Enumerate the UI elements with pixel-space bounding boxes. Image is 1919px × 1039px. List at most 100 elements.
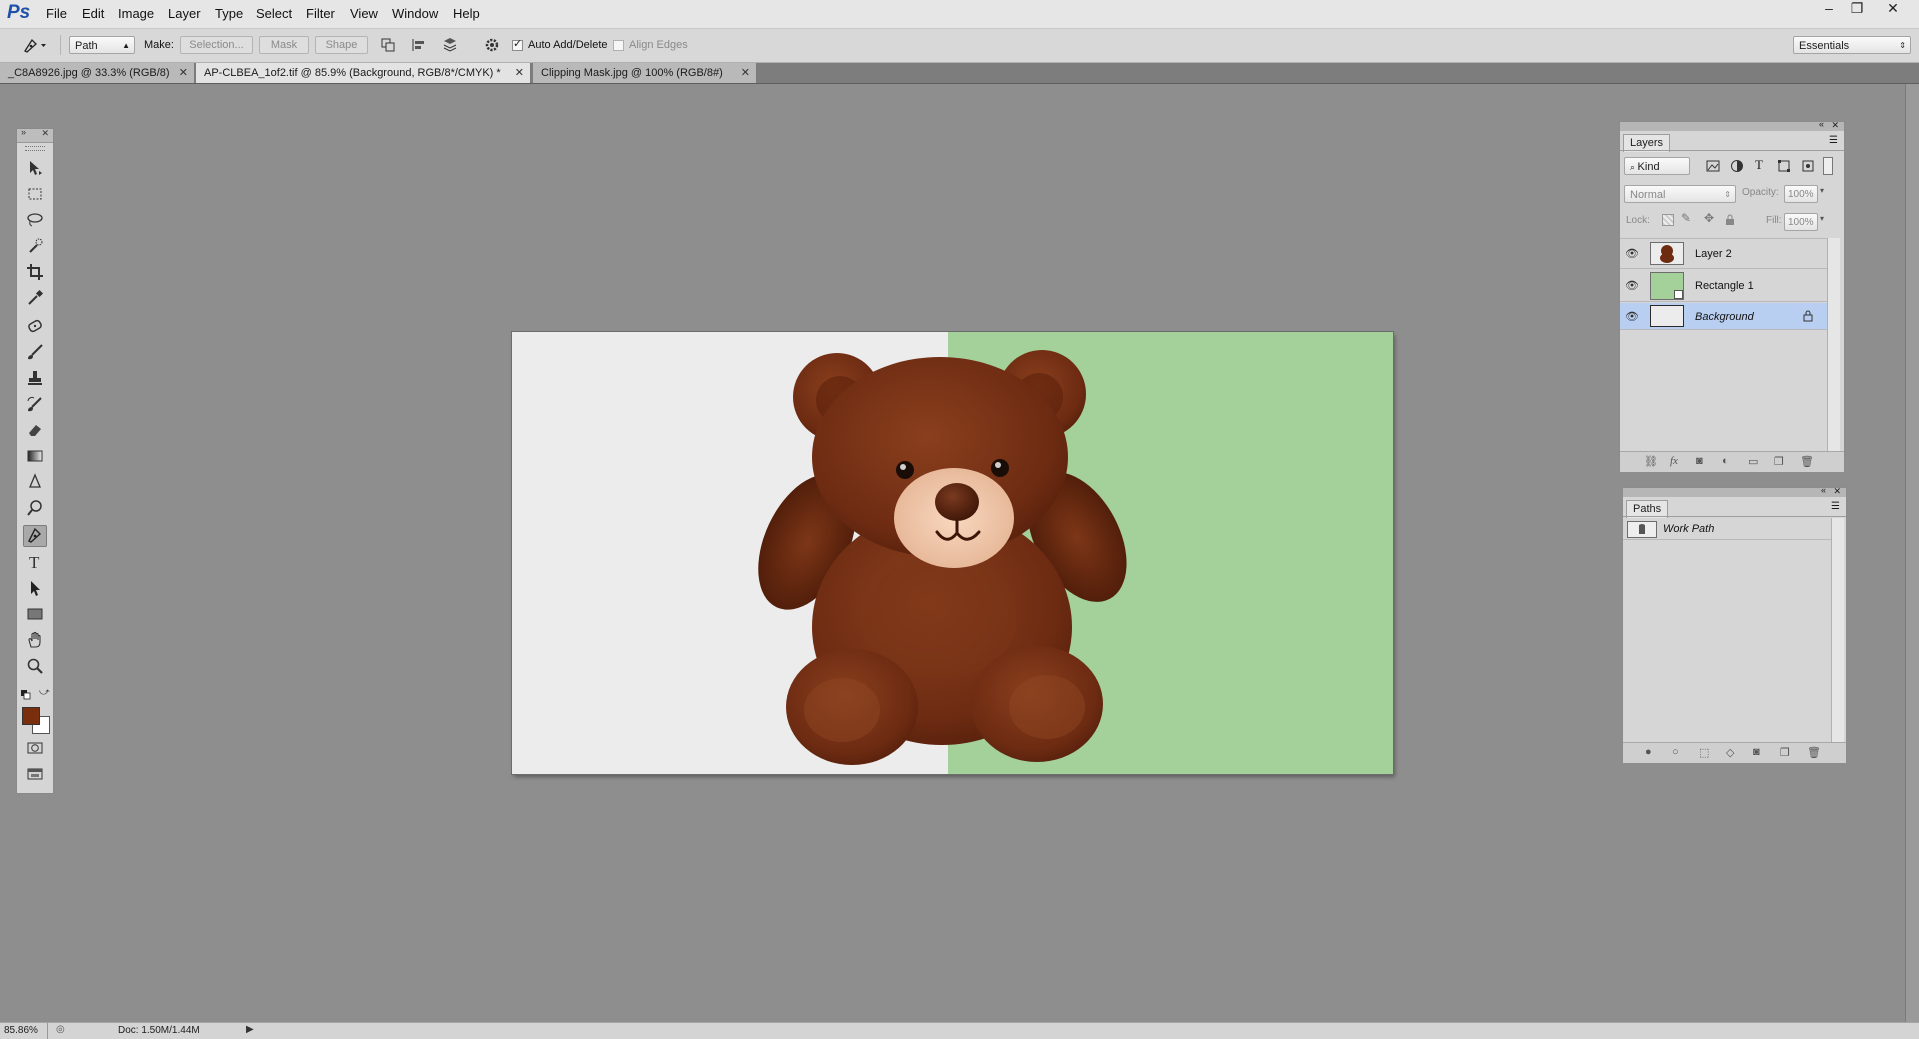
layer-row-background[interactable]: 👁 Background	[1620, 303, 1827, 330]
close-icon[interactable]: ✕	[1831, 120, 1839, 131]
lock-icon[interactable]	[1803, 310, 1813, 325]
tool-mode-select[interactable]: Path ▲	[69, 36, 135, 54]
swap-colors-icon[interactable]: ⤻	[39, 687, 50, 698]
tools-panel-header[interactable]: » ✕	[17, 127, 53, 143]
type-tool-icon[interactable]: T	[23, 553, 47, 575]
fill-path-icon[interactable]: ●	[1645, 746, 1652, 758]
filter-smart-object-icon[interactable]	[1801, 159, 1815, 176]
add-mask-icon[interactable]: ◙	[1696, 455, 1703, 467]
menu-type[interactable]: Type	[215, 6, 243, 21]
layer-row-layer-2[interactable]: 👁 Layer 2	[1620, 238, 1827, 269]
panel-menu-icon[interactable]: ☰	[1829, 135, 1838, 146]
path-operations-icon[interactable]	[380, 37, 396, 56]
stroke-path-icon[interactable]: ○	[1672, 746, 1679, 758]
close-icon[interactable]: ✕	[515, 63, 524, 83]
make-work-path-icon[interactable]: ◇	[1726, 746, 1734, 759]
filter-adjustment-icon[interactable]	[1730, 159, 1744, 176]
fill-field[interactable]: 100%	[1784, 213, 1818, 231]
clone-stamp-tool-icon[interactable]	[23, 369, 47, 391]
pen-tool-preset-icon[interactable]	[22, 36, 48, 57]
eraser-tool-icon[interactable]	[23, 421, 47, 443]
menu-image[interactable]: Image	[118, 6, 154, 21]
trash-icon[interactable]: 🗑	[1807, 746, 1821, 759]
status-menu-arrow-icon[interactable]: ▶	[246, 1024, 254, 1035]
auto-add-delete-checkbox[interactable]: ✓	[512, 38, 523, 51]
menu-file[interactable]: File	[46, 6, 67, 21]
marquee-tool-icon[interactable]	[23, 185, 47, 207]
spot-healing-tool-icon[interactable]	[23, 317, 47, 339]
move-tool-icon[interactable]	[23, 159, 47, 181]
load-selection-icon[interactable]: ⬚	[1699, 746, 1709, 759]
doc-tab-3[interactable]: Clipping Mask.jpg @ 100% (RGB/8#) ✕	[533, 63, 757, 83]
blur-tool-icon[interactable]	[23, 473, 47, 495]
menu-select[interactable]: Select	[256, 6, 292, 21]
trash-icon[interactable]: 🗑	[1800, 455, 1814, 468]
blend-mode-select[interactable]: Normal ⇕	[1624, 185, 1736, 203]
pen-tool-icon[interactable]	[23, 525, 47, 547]
layers-panel-header[interactable]: « ✕	[1620, 119, 1844, 131]
quick-selection-tool-icon[interactable]	[23, 237, 47, 259]
gradient-tool-icon[interactable]	[23, 447, 47, 469]
eye-icon[interactable]: 👁	[1625, 279, 1639, 292]
path-row-work-path[interactable]: Work Path	[1623, 518, 1831, 540]
opacity-field[interactable]: 100%	[1784, 185, 1818, 203]
collapse-icon[interactable]: »	[21, 127, 26, 137]
path-arrangement-icon[interactable]	[441, 37, 459, 56]
close-window-button[interactable]: ✕	[1878, 0, 1908, 16]
eyedropper-tool-icon[interactable]	[23, 289, 47, 311]
close-icon[interactable]: ✕	[179, 63, 188, 83]
screen-mode-icon[interactable]	[23, 765, 47, 787]
eye-icon[interactable]: 👁	[1625, 310, 1639, 323]
filter-toggle-icon[interactable]	[1823, 157, 1833, 175]
lasso-tool-icon[interactable]	[23, 211, 47, 233]
lock-transparency-icon[interactable]	[1662, 214, 1674, 226]
menu-window[interactable]: Window	[392, 6, 438, 21]
collapse-icon[interactable]: «	[1819, 119, 1824, 129]
restore-button[interactable]: ❐	[1842, 0, 1872, 16]
gear-icon[interactable]	[484, 37, 502, 56]
zoom-tool-icon[interactable]	[23, 657, 47, 679]
foreground-color-swatch[interactable]	[22, 707, 40, 725]
default-colors-icon[interactable]	[21, 689, 31, 703]
status-info-icon[interactable]: ◎	[56, 1024, 65, 1035]
history-brush-tool-icon[interactable]	[23, 395, 47, 417]
document-canvas[interactable]	[512, 332, 1393, 774]
new-layer-icon[interactable]: ❐	[1774, 455, 1784, 468]
dodge-tool-icon[interactable]	[23, 499, 47, 521]
quick-mask-icon[interactable]	[23, 739, 47, 761]
workspace-select[interactable]: Essentials ⇕	[1793, 36, 1911, 54]
workspace-scrollbar[interactable]	[1905, 84, 1919, 1022]
menu-help[interactable]: Help	[453, 6, 480, 21]
doc-tab-1[interactable]: _C8A8926.jpg @ 33.3% (RGB/8) ✕	[0, 63, 195, 83]
menu-edit[interactable]: Edit	[82, 6, 104, 21]
minimize-button[interactable]: –	[1814, 0, 1844, 16]
zoom-level[interactable]: 85.86%	[4, 1025, 38, 1036]
layer-row-rectangle-1[interactable]: 👁 Rectangle 1	[1620, 270, 1827, 302]
lock-paint-icon[interactable]: ✎	[1681, 211, 1691, 225]
paths-scrollbar[interactable]	[1831, 518, 1844, 743]
chevron-down-icon[interactable]: ▾	[1820, 186, 1824, 195]
close-icon[interactable]: ✕	[1833, 486, 1841, 497]
panel-menu-icon[interactable]: ☰	[1831, 501, 1840, 512]
lock-position-icon[interactable]: ✥	[1704, 211, 1714, 225]
close-icon[interactable]: ✕	[41, 128, 49, 139]
chevron-down-icon[interactable]: ▾	[1820, 214, 1824, 223]
eye-icon[interactable]: 👁	[1625, 247, 1639, 260]
brush-tool-icon[interactable]	[23, 343, 47, 365]
layer-style-icon[interactable]: fx	[1670, 455, 1678, 467]
layers-scrollbar[interactable]	[1827, 238, 1840, 451]
filter-type-icon[interactable]: T	[1755, 157, 1763, 173]
hand-tool-icon[interactable]	[23, 631, 47, 653]
new-group-icon[interactable]: ▭	[1748, 455, 1758, 468]
lock-all-icon[interactable]	[1725, 214, 1735, 228]
rectangle-tool-icon[interactable]	[23, 605, 47, 627]
layer-kind-filter[interactable]: ⌕ Kind	[1624, 157, 1690, 175]
make-selection-button[interactable]: Selection...	[180, 36, 253, 54]
link-layers-icon[interactable]: ⛓	[1644, 455, 1658, 468]
paths-panel-header[interactable]: « ✕	[1623, 485, 1846, 497]
crop-tool-icon[interactable]	[23, 263, 47, 285]
path-alignment-icon[interactable]	[411, 37, 427, 56]
doc-tab-2[interactable]: AP-CLBEA_1of2.tif @ 85.9% (Background, R…	[196, 63, 531, 83]
make-shape-button[interactable]: Shape	[315, 36, 368, 54]
filter-shape-icon[interactable]	[1777, 159, 1791, 176]
